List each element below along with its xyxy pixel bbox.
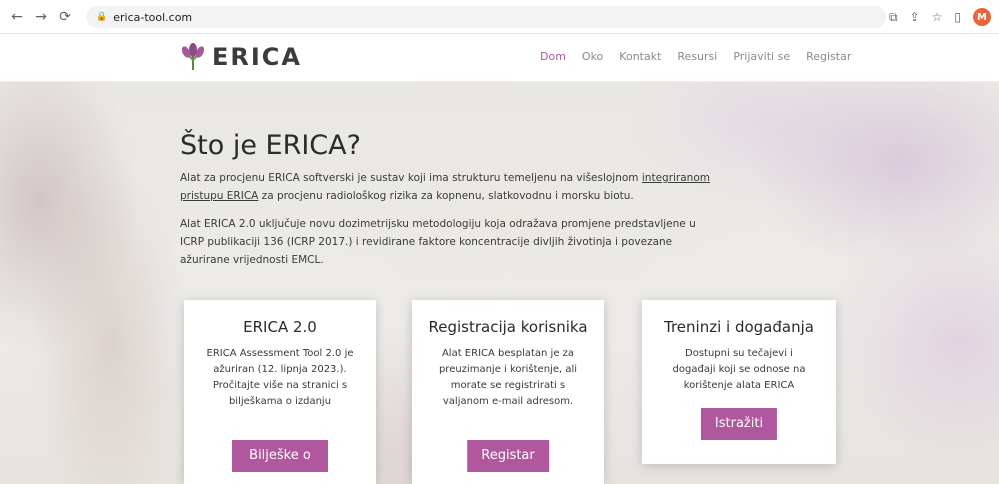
card-erica-2: ERICA 2.0 ERICA Assessment Tool 2.0 je a… xyxy=(184,300,376,484)
hero-paragraph-1: Alat za procjenu ERICA softverski je sus… xyxy=(180,169,720,205)
profile-avatar[interactable]: M xyxy=(973,8,991,26)
nav-kontakt[interactable]: Kontakt xyxy=(619,50,661,63)
card-text: Dostupni su tečajevi i događaji koji se … xyxy=(672,348,806,391)
browser-toolbar: ← → ⟳ 🔒 erica-tool.com ⧉ ⇪ ☆ ▯ M xyxy=(0,0,999,34)
nav-resursi[interactable]: Resursi xyxy=(677,50,717,63)
register-button[interactable]: Registar xyxy=(467,440,549,472)
hero-p1-text-a: Alat za procjenu ERICA softverski je sus… xyxy=(180,172,642,184)
address-bar[interactable]: 🔒 erica-tool.com xyxy=(86,6,886,28)
side-panel-icon[interactable]: ▯ xyxy=(954,10,961,24)
card-trainings-events: Treninzi i događanja Dostupni su tečajev… xyxy=(642,300,836,464)
card-title: ERICA 2.0 xyxy=(243,318,317,336)
hero-p1-text-b: za procjenu radiološkog rizika za kopnen… xyxy=(258,190,634,202)
logo-text: ERICA xyxy=(212,43,302,71)
hero-section: Što je ERICA? Alat za procjenu ERICA sof… xyxy=(0,82,999,484)
card-text: Alat ERICA besplatan je za preuzimanje i… xyxy=(438,348,578,407)
heather-flower-logo-icon xyxy=(181,43,205,70)
back-arrow-icon[interactable]: ← xyxy=(8,8,26,26)
release-notes-button[interactable]: Bilješke o izdanju xyxy=(232,440,328,484)
forward-arrow-icon[interactable]: → xyxy=(32,8,50,26)
card-user-registration: Registracija korisnika Alat ERICA bespla… xyxy=(412,300,604,484)
main-nav: Dom Oko Kontakt Resursi Prijaviti se Reg… xyxy=(540,50,851,63)
card-title: Treninzi i događanja xyxy=(664,318,814,336)
nav-registar[interactable]: Registar xyxy=(806,50,851,63)
nav-oko[interactable]: Oko xyxy=(582,50,603,63)
page-title: Što je ERICA? xyxy=(180,130,361,161)
address-url: erica-tool.com xyxy=(113,10,193,24)
explore-button[interactable]: Istražiti xyxy=(700,408,778,440)
integriranom-link[interactable]: integriranom xyxy=(642,172,710,184)
hero-paragraph-2: Alat ERICA 2.0 uključuje novu dozimetrij… xyxy=(180,218,696,266)
card-title: Registracija korisnika xyxy=(428,318,588,336)
nav-prijaviti-se[interactable]: Prijaviti se xyxy=(733,50,790,63)
translate-icon[interactable]: ⧉ xyxy=(889,10,898,25)
share-icon[interactable]: ⇪ xyxy=(910,10,920,24)
reload-icon[interactable]: ⟳ xyxy=(56,8,74,26)
hero-content: Što je ERICA? Alat za procjenu ERICA sof… xyxy=(180,130,720,279)
pristupu-erica-link[interactable]: pristupu ERICA xyxy=(180,190,258,202)
bookmark-star-icon[interactable]: ☆ xyxy=(932,10,943,24)
card-text: ERICA Assessment Tool 2.0 je ažuriran (1… xyxy=(206,348,354,407)
site-header: ERICA Dom Oko Kontakt Resursi Prijaviti … xyxy=(0,34,999,82)
lock-icon: 🔒 xyxy=(96,12,108,22)
site-logo[interactable]: ERICA xyxy=(180,42,302,72)
nav-dom[interactable]: Dom xyxy=(540,50,566,63)
